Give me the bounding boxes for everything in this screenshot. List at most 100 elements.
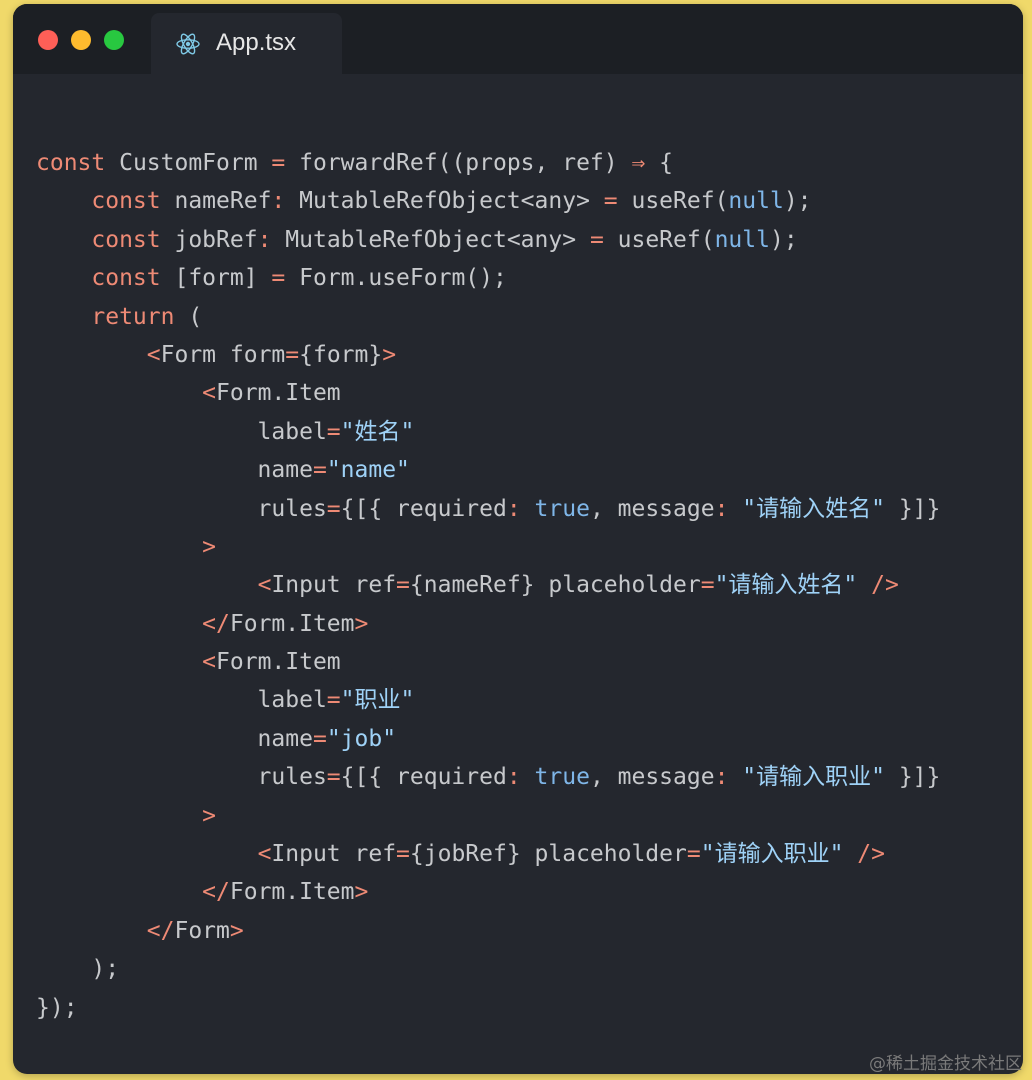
code-token: {jobRef} placeholder [409, 841, 687, 868]
code-token: = [326, 495, 341, 522]
code-token: ); [769, 226, 798, 253]
code-token: rules [36, 495, 327, 522]
react-icon [175, 31, 201, 57]
code-token: > [202, 802, 217, 829]
code-token: = [686, 841, 701, 868]
code-line: const [form] = Form.useForm(); [36, 259, 940, 297]
code-line: const jobRef: MutableRefObject<any> = us… [36, 221, 940, 259]
code-token: return [91, 303, 175, 330]
code-token: {[{ required [340, 764, 507, 791]
code-line: return ( [36, 298, 940, 336]
code-token: jobRef [160, 226, 258, 253]
zoom-button[interactable] [104, 30, 124, 50]
code-token: > [202, 533, 217, 560]
code-token: useRef( [617, 188, 729, 215]
code-token: const [91, 265, 161, 292]
code-token: nameRef [160, 188, 272, 215]
title-bar: App.tsx [13, 4, 1023, 74]
code-token: {[{ required [340, 495, 507, 522]
code-line: label="姓名" [36, 413, 940, 451]
code-token: = [271, 265, 286, 292]
tab-app-tsx[interactable]: App.tsx [151, 13, 342, 74]
code-token: > [354, 610, 369, 637]
code-token: Input ref [271, 841, 397, 868]
code-token: useRef( [603, 226, 715, 253]
close-button[interactable] [38, 30, 58, 50]
code-window: App.tsx const CustomForm = forwardRef((p… [13, 4, 1023, 1074]
code-token: "请输入姓名" [714, 572, 858, 599]
code-line: name="job" [36, 720, 940, 758]
code-token: forwardRef((props, ref) [285, 150, 632, 176]
code-token: > [382, 341, 397, 368]
code-token: < [257, 572, 272, 599]
code-token: null [728, 188, 784, 215]
code-token: const [36, 150, 106, 176]
code-token: = [312, 457, 327, 484]
code-line: <Form form={form}> [36, 336, 940, 374]
code-token: null [714, 226, 770, 253]
code-token: = [326, 687, 341, 714]
code-line: <Form.Item [36, 374, 940, 412]
code-token: Form.Item [229, 879, 355, 906]
code-token: /> [871, 572, 899, 599]
code-token: < [202, 380, 217, 407]
code-token: = [326, 764, 341, 791]
code-token: : [714, 495, 729, 522]
code-line: label="职业" [36, 681, 940, 719]
code-line: > [36, 797, 940, 835]
code-line: <Input ref={nameRef} placeholder="请输入姓名"… [36, 566, 940, 604]
code-token: Form.Item [216, 649, 341, 676]
code-line: ); [36, 950, 940, 988]
code-token: rules [36, 764, 327, 791]
code-token: ); [36, 956, 120, 983]
code-token: }]} [884, 764, 941, 791]
code-token: MutableRefObject<any> [271, 226, 590, 253]
code-token: : [506, 495, 521, 522]
code-token: > [354, 879, 369, 906]
code-token: [form] [160, 265, 272, 292]
code-line: > [36, 528, 940, 566]
code-token: Input ref [271, 572, 397, 599]
code-line: <Form.Item [36, 643, 940, 681]
code-token: ); [783, 188, 812, 215]
code-token: const [91, 226, 161, 253]
code-token: "职业" [340, 687, 415, 714]
code-token: "name" [326, 457, 410, 484]
code-token: : [271, 188, 286, 215]
code-token: , message [589, 495, 715, 522]
code-token: const [91, 188, 161, 215]
code-token: = [326, 418, 341, 445]
code-token: name [36, 457, 313, 484]
code-token: < [146, 341, 161, 368]
code-line: </Form.Item> [36, 873, 940, 911]
code-token: : [714, 764, 729, 791]
code-token: name [36, 725, 313, 752]
code-token: {nameRef} placeholder [409, 572, 701, 599]
code-token: = [396, 841, 410, 868]
code-token: = [700, 572, 715, 599]
code-token: : [506, 764, 521, 791]
code-token: { [645, 150, 674, 176]
code-token: </ [146, 917, 175, 944]
minimize-button[interactable] [71, 30, 91, 50]
code-token: Form.useForm(); [285, 265, 507, 292]
code-token: </ [202, 610, 230, 637]
